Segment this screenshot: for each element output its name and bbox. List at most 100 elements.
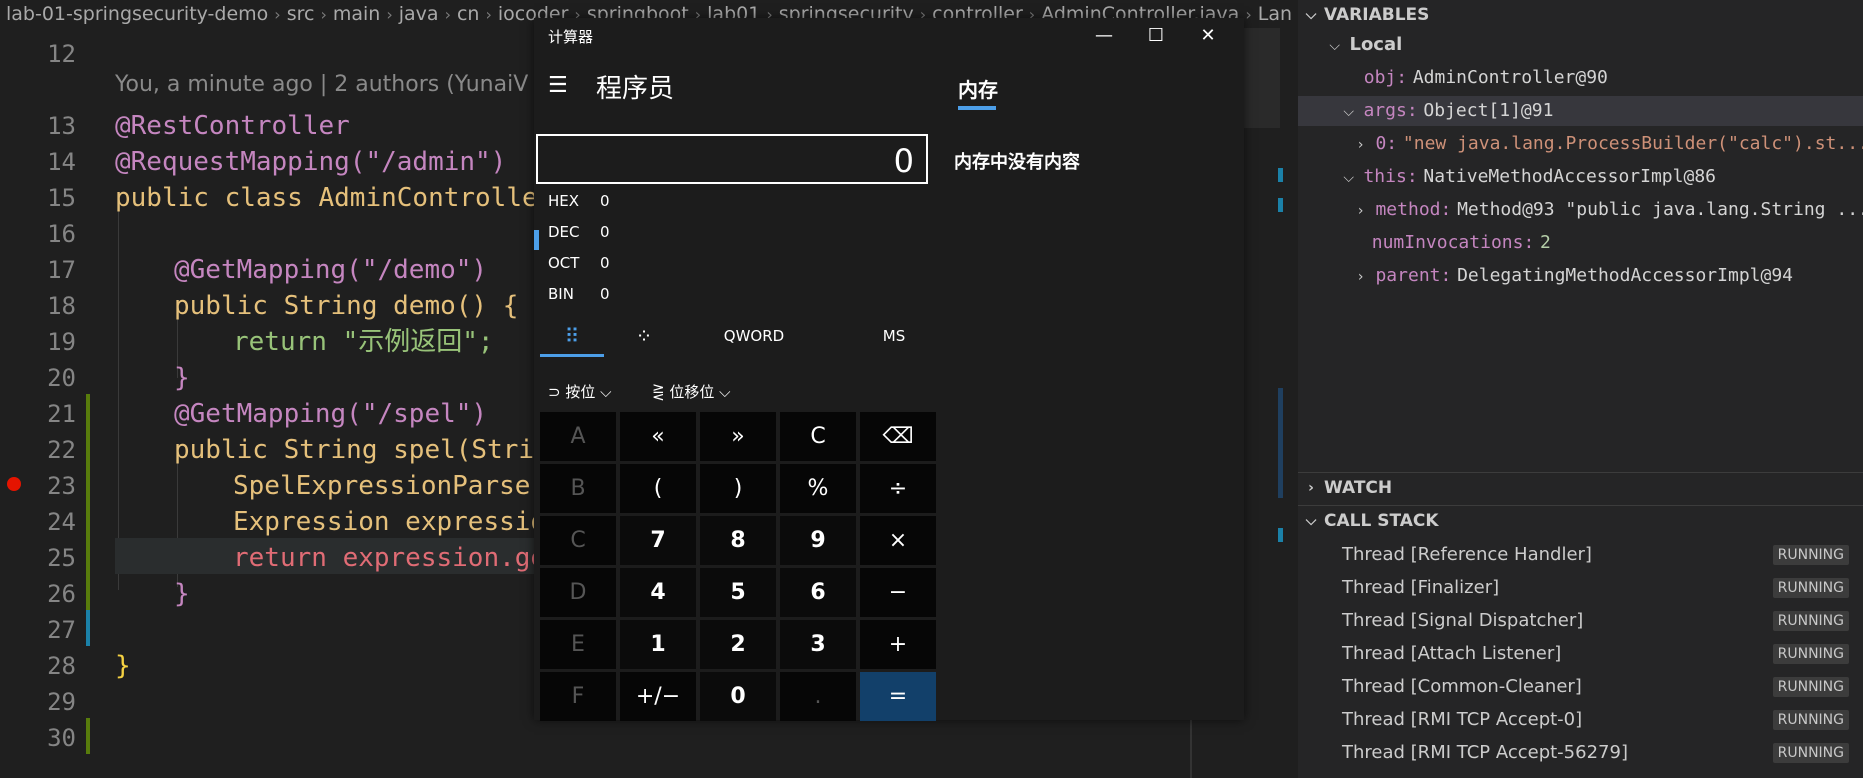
variable-args-0[interactable]: › 0: "new java.lang.ProcessBuilder("calc… — [1298, 129, 1863, 159]
variables-section-header[interactable]: ⌵ VARIABLES — [1298, 0, 1863, 30]
variable-this[interactable]: ⌵ this: NativeMethodAccessorImpl@86 — [1298, 162, 1863, 192]
line-number: 19 — [47, 328, 76, 356]
base-row-dec[interactable]: DEC 0 — [548, 217, 610, 247]
bit-toggle-keypad-icon[interactable]: ⁘ — [614, 318, 674, 354]
key-button[interactable]: F — [540, 672, 616, 721]
call-stack-thread[interactable]: Thread [Finalizer] RUNNING — [1298, 571, 1863, 604]
key-button[interactable]: 7 — [620, 516, 696, 565]
chevron-right-icon: › — [1357, 203, 1364, 219]
key-button[interactable]: 0 — [700, 672, 776, 721]
line-number: 26 — [47, 580, 76, 608]
memory-store-button[interactable]: MS — [864, 318, 924, 354]
breadcrumb-item[interactable]: Lan — [1252, 3, 1298, 25]
thread-status-badge: RUNNING — [1772, 743, 1849, 763]
code-text: } — [174, 363, 190, 393]
key-button[interactable]: % — [780, 464, 856, 513]
full-keypad-icon[interactable]: ⠿ — [540, 318, 604, 354]
watch-section-header[interactable]: › WATCH — [1298, 472, 1863, 503]
line-number: 16 — [47, 220, 76, 248]
thread-status-badge: RUNNING — [1772, 710, 1849, 730]
call-stack-thread[interactable]: Thread [Common-Cleaner] RUNNING — [1298, 670, 1863, 703]
breadcrumb-item[interactable]: lab-01-springsecurity-demo — [0, 3, 274, 25]
bitwise-dropdown[interactable]: ⊃ 按位 ⌵ — [548, 374, 612, 410]
key-button[interactable]: 4 — [620, 568, 696, 617]
thread-status-badge: RUNNING — [1772, 545, 1849, 565]
key-button[interactable]: D — [540, 568, 616, 617]
minimap-slider[interactable] — [1240, 28, 1280, 128]
call-stack-thread[interactable]: Thread [Reference Handler] RUNNING — [1298, 538, 1863, 571]
call-stack-thread[interactable]: Thread [RMI TCP Accept-56279] RUNNING — [1298, 736, 1863, 769]
thread-name: Thread [Reference Handler] — [1342, 544, 1592, 565]
code-text: @RestController — [115, 111, 350, 141]
base-value: 0 — [600, 192, 610, 210]
key-button[interactable]: 9 — [780, 516, 856, 565]
variable-obj[interactable]: obj: AdminController@90 — [1298, 63, 1863, 93]
selected-base-indicator — [534, 230, 539, 250]
key-button[interactable]: × — [860, 516, 936, 565]
key-button[interactable]: C — [540, 516, 616, 565]
key-button[interactable]: 8 — [700, 516, 776, 565]
key-button[interactable]: +/− — [620, 672, 696, 721]
key-button[interactable]: B — [540, 464, 616, 513]
code-line[interactable]: 30 — [0, 720, 1310, 756]
variable-args[interactable]: ⌵ args: Object[1]@91 — [1298, 96, 1863, 126]
window-title: 计算器 — [548, 28, 594, 46]
key-button[interactable]: 5 — [700, 568, 776, 617]
debug-sidebar: ⌵ VARIABLES ⌵ Local obj: AdminController… — [1298, 0, 1863, 778]
key-button[interactable]: . — [780, 672, 856, 721]
variable-parent[interactable]: › parent: DelegatingMethodAccessorImpl@9… — [1298, 261, 1863, 291]
breadcrumb-item[interactable]: src — [281, 3, 321, 25]
variable-numinvocations[interactable]: numInvocations: 2 — [1298, 228, 1863, 258]
bitshift-dropdown[interactable]: ⋛ 位移位 ⌵ — [652, 374, 731, 410]
base-row-hex[interactable]: HEX 0 — [548, 186, 610, 216]
breadcrumb-item[interactable]: main — [327, 3, 386, 25]
line-number: 15 — [47, 184, 76, 212]
breadcrumb-item[interactable]: java — [393, 3, 445, 25]
call-stack-thread[interactable]: Thread [Signal Dispatcher] RUNNING — [1298, 604, 1863, 637]
chevron-right-icon: › — [1308, 480, 1314, 496]
key-button[interactable]: + — [860, 620, 936, 669]
key-button[interactable]: − — [860, 568, 936, 617]
breadcrumb-item[interactable]: cn — [451, 3, 486, 25]
thread-status-badge: RUNNING — [1772, 644, 1849, 664]
call-stack-thread[interactable]: Thread [RMI TCP Accept-0] RUNNING — [1298, 703, 1863, 736]
thread-status-badge: RUNNING — [1772, 677, 1849, 697]
key-button[interactable]: « — [620, 412, 696, 461]
line-number: 14 — [47, 148, 76, 176]
key-button[interactable]: = — [860, 672, 936, 721]
key-button[interactable]: 1 — [620, 620, 696, 669]
word-size-button[interactable]: QWORD — [694, 318, 814, 354]
key-button[interactable]: ) — [700, 464, 776, 513]
line-number: 22 — [47, 436, 76, 464]
close-button[interactable]: ✕ — [1182, 18, 1234, 54]
variable-method[interactable]: › method: Method@93 "public java.lang.St… — [1298, 195, 1863, 225]
variables-scope-local[interactable]: ⌵ Local — [1298, 30, 1863, 60]
base-row-bin[interactable]: BIN 0 — [548, 279, 610, 309]
menu-icon[interactable]: ☰ — [548, 73, 568, 98]
key-button[interactable]: A — [540, 412, 616, 461]
key-button[interactable]: ÷ — [860, 464, 936, 513]
thread-name: Thread [RMI TCP Accept-0] — [1342, 709, 1583, 730]
minimize-button[interactable]: — — [1078, 18, 1130, 54]
tab-memory[interactable]: 内存 — [958, 74, 998, 103]
calculator-display: 0 — [536, 134, 928, 184]
key-button[interactable]: C — [780, 412, 856, 461]
call-stack-thread[interactable]: Thread [Attach Listener] RUNNING — [1298, 637, 1863, 670]
base-row-oct[interactable]: OCT 0 — [548, 248, 610, 278]
call-stack-section-header[interactable]: ⌵ CALL STACK — [1298, 505, 1863, 536]
key-button[interactable]: ( — [620, 464, 696, 513]
key-button[interactable]: 6 — [780, 568, 856, 617]
key-button[interactable]: 2 — [700, 620, 776, 669]
calculator-window: 计算器 — ☐ ✕ ☰ 程序员 内存 内存中没有内容 0 HEX 0 DEC 0 OCT… — [534, 18, 1244, 721]
line-number: 21 — [47, 400, 76, 428]
key-button[interactable]: ⌫ — [860, 412, 936, 461]
base-value: 0 — [600, 223, 610, 241]
line-number: 23 — [47, 472, 76, 500]
key-button[interactable]: 3 — [780, 620, 856, 669]
split-divider[interactable] — [1190, 720, 1192, 778]
key-button[interactable]: E — [540, 620, 616, 669]
code-text: public String demo() { — [174, 291, 519, 321]
base-value: 0 — [600, 285, 610, 303]
maximize-button[interactable]: ☐ — [1130, 18, 1182, 54]
key-button[interactable]: » — [700, 412, 776, 461]
